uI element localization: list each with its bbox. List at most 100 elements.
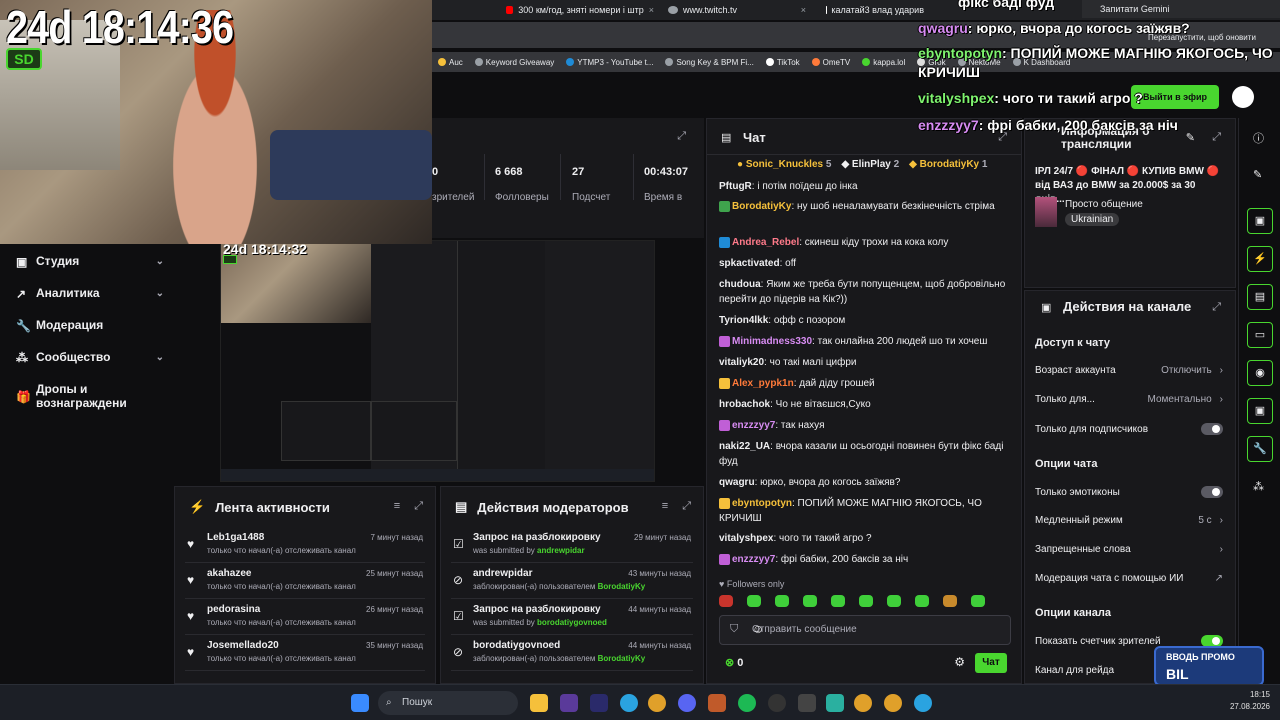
mod-row[interactable]: ☑ Запрос на разблокировку was submitted by… <box>451 601 693 635</box>
telegram-icon[interactable] <box>620 694 638 712</box>
emote[interactable] <box>971 595 985 607</box>
gifter[interactable]: ◆ BorodatiyKy 1 <box>909 159 987 170</box>
bookmark-item[interactable]: Keyword Giveaway <box>474 58 554 67</box>
quick-action-button[interactable]: ⚡ <box>1247 246 1273 272</box>
app-icon[interactable] <box>798 694 816 712</box>
bookmark-item[interactable]: OmeTV <box>811 58 850 67</box>
emote[interactable] <box>831 595 845 607</box>
gifter[interactable]: ● Sonic_Knuckles 5 <box>737 159 831 170</box>
telegram-icon[interactable] <box>914 694 932 712</box>
quick-action-button[interactable]: ▣ <box>1247 398 1273 424</box>
emote[interactable] <box>943 595 957 607</box>
activity-row[interactable]: ♥ Leb1ga1488 только что начал(-а) отслежив… <box>185 529 425 563</box>
emote[interactable] <box>719 595 733 607</box>
chat-message[interactable]: enzzzyy7: так нахуя <box>719 418 1009 433</box>
photoshop-icon[interactable] <box>590 694 608 712</box>
chat-message[interactable]: BorodatiyKy: ну шоб неналамувати безкіне… <box>719 199 1009 214</box>
close-icon[interactable]: × <box>649 5 654 15</box>
bookmark-item[interactable]: Song Key & BPM Fi... <box>665 58 754 67</box>
subs-only-toggle[interactable] <box>1201 423 1223 435</box>
chrome-icon[interactable] <box>648 694 666 712</box>
emoji-icon[interactable]: ☺ <box>752 622 1002 636</box>
app-icon[interactable] <box>560 694 578 712</box>
tag-chip[interactable]: Ukrainian <box>1065 213 1120 226</box>
chat-message[interactable]: Alex_pypk1n: дай діду грошей <box>719 376 1009 391</box>
edit-icon[interactable]: ✎ <box>1253 168 1262 181</box>
expand-icon[interactable]: ⤢ <box>1212 301 1221 314</box>
chat-message[interactable]: Minimadness330: так онлайна 200 людей шо… <box>719 334 1009 349</box>
only-for-setting[interactable]: Только для... Моментально › <box>1035 394 1223 405</box>
chat-input[interactable]: ⛉ Отправить сообщение ☺ <box>719 615 1011 645</box>
chat-message[interactable]: vitaliyk20: чо такі малі цифри <box>719 355 1009 370</box>
channel-points[interactable]: ⊗ 0 <box>725 656 743 669</box>
obs-icon[interactable] <box>768 694 786 712</box>
chat-message[interactable]: enzzzyy7: фрі бабки, 200 баксів за ніч <box>719 552 1009 567</box>
sidebar-item-drops[interactable]: 🎁 Дропы и вознаграждени <box>16 382 176 410</box>
quick-action-button[interactable]: 🔧 <box>1247 436 1273 462</box>
close-icon[interactable]: × <box>801 5 806 15</box>
emote[interactable] <box>775 595 789 607</box>
browser-tab-youtube[interactable]: 300 км/год, зняті номери і штр × <box>500 2 660 18</box>
emote[interactable] <box>859 595 873 607</box>
chat-message[interactable]: hrobachok: Чо не вітаєшся,Суко <box>719 397 1009 412</box>
bookmark-item[interactable]: YTMP3 - YouTube t... <box>566 58 653 67</box>
expand-icon[interactable]: ⤢ <box>414 500 423 513</box>
subs-only-setting[interactable]: Только для подписчиков <box>1035 423 1223 435</box>
chat-message[interactable]: vitalyshpex: чого ти такий агро ? <box>719 531 1009 546</box>
sidebar-item-moderation[interactable]: 🔧 Модерация <box>16 318 164 333</box>
chat-message[interactable]: naki22_UA: вчора казали ш осьогодні пови… <box>719 439 1009 469</box>
bookmark-item[interactable]: Auc <box>438 58 463 67</box>
emotes-only-toggle[interactable] <box>1201 486 1223 498</box>
chat-message[interactable]: qwagru: юрко, вчора до когось заїжяв? <box>719 475 1009 490</box>
discord-icon[interactable] <box>678 694 696 712</box>
app-icon[interactable] <box>826 694 844 712</box>
community-icon[interactable]: ⁂ <box>1253 480 1264 493</box>
mod-row[interactable]: ⊘ borodatiygovnoed заблокирован(-а) пользо… <box>451 637 693 671</box>
banned-words-setting[interactable]: Запрещенные слова › <box>1035 544 1223 555</box>
slow-mode-setting[interactable]: Медленный режим 5 с › <box>1035 515 1223 526</box>
ai-moderation-setting[interactable]: Модерация чата с помощью ИИ ↗ <box>1035 573 1223 584</box>
chat-message[interactable]: Tyrion4lkk: офф с позором <box>719 313 1009 328</box>
chrome-icon[interactable] <box>884 694 902 712</box>
sidebar-item-analytics[interactable]: ↗ Аналитика ⌄ <box>16 286 164 301</box>
spotify-icon[interactable] <box>738 694 756 712</box>
sidebar-item-studio[interactable]: ▣ Студия ⌄ <box>16 254 164 269</box>
chat-message[interactable]: ebyntopotyn: ПОПИЙ МОЖЕ МАГНІЮ ЯКОГОСЬ, … <box>719 496 1009 526</box>
activity-row[interactable]: ♥ akahazee только что начал(-а) отслеживат… <box>185 565 425 599</box>
quick-action-button[interactable]: ◉ <box>1247 360 1273 386</box>
expand-icon[interactable]: ⤢ <box>682 500 691 513</box>
emote[interactable] <box>803 595 817 607</box>
browser-tab-tiktok[interactable]: калатай3 влад ударив <box>820 2 930 18</box>
chat-message[interactable]: spkactivated: off <box>719 256 1009 271</box>
chat-message[interactable]: chudoua: Яким же треба бути попущенцем, … <box>719 277 1009 307</box>
system-clock[interactable]: 18:15 27.08.2026 <box>1230 689 1270 713</box>
activity-row[interactable]: ♥ pedorasina только что начал(-а) отслежив… <box>185 601 425 635</box>
chat-message[interactable]: Andrea_Rebel: скинеш кіду трохи на кока … <box>719 235 1009 250</box>
bookmark-item[interactable]: kappa.lol <box>862 58 905 67</box>
emotes-only-setting[interactable]: Только эмотиконы <box>1035 486 1223 498</box>
bookmark-item[interactable]: TikTok <box>765 58 800 67</box>
activity-row[interactable]: ♥ Josemellado20 только что начал(-а) отсле… <box>185 637 425 671</box>
filter-icon[interactable]: ≡ <box>662 500 668 513</box>
app-icon[interactable] <box>708 694 726 712</box>
gifter[interactable]: ◆ ElinPlay 2 <box>841 159 899 170</box>
browser-tab-twitch[interactable]: www.twitch.tv × <box>662 2 812 18</box>
emote[interactable] <box>887 595 901 607</box>
category-name[interactable]: Просто общение <box>1065 199 1143 210</box>
chrome-icon[interactable] <box>854 694 872 712</box>
emote[interactable] <box>915 595 929 607</box>
windows-start-icon[interactable] <box>351 694 369 712</box>
account-age-setting[interactable]: Возраст аккаунта Отключить › <box>1035 365 1223 376</box>
sidebar-item-community[interactable]: ⁂ Сообщество ⌄ <box>16 350 164 365</box>
mod-row[interactable]: ☑ Запрос на разблокировку was submitted by… <box>451 529 693 563</box>
filter-icon[interactable]: ≡ <box>394 500 400 513</box>
gear-icon[interactable]: ⚙ <box>954 655 965 669</box>
expand-icon[interactable]: ⤢ <box>677 130 686 143</box>
quick-action-button[interactable]: ▭ <box>1247 322 1273 348</box>
stream-preview[interactable]: 24d 18:14:32 <box>220 240 655 482</box>
taskbar-search[interactable]: ⌕ Пошук <box>378 691 518 715</box>
chat-send-button[interactable]: Чат <box>975 653 1007 673</box>
chat-message[interactable]: PftugR: і потім поїдеш до інка <box>719 179 1009 194</box>
emote[interactable] <box>747 595 761 607</box>
quick-action-button[interactable]: ▤ <box>1247 284 1273 310</box>
